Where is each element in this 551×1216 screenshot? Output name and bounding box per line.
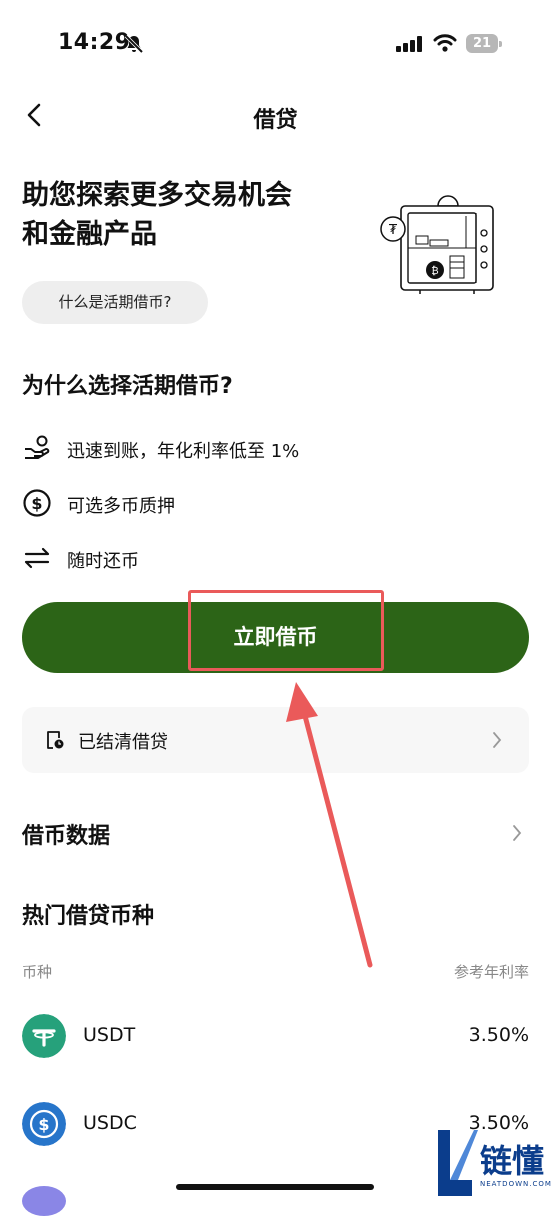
hand-coin-icon [25,435,50,459]
borrow-data-link[interactable]: 借币数据 [22,818,110,850]
hero-line-2: 和金融产品 [22,219,157,250]
watermark-subtext: NEATDOWN.COM [480,1180,551,1188]
cellular-signal-icon [396,36,422,52]
chevron-right-icon[interactable] [510,822,524,844]
swap-arrows-icon [24,547,50,569]
chevron-right-icon [493,732,502,748]
svg-text:$: $ [31,494,42,513]
what-is-demand-loan-button[interactable]: 什么是活期借币? [22,281,208,324]
home-indicator [176,1184,374,1190]
hot-coins-title: 热门借贷币种 [22,904,155,929]
svg-text:₿: ₿ [431,265,438,277]
usdt-icon [22,1014,66,1058]
feature-multi-collateral: 可选多币质押 [67,496,175,517]
usdc-icon: $ [22,1102,66,1146]
cleared-loans-row[interactable]: 已结清借贷 [22,707,529,773]
cleared-loans-label: 已结清借贷 [78,732,168,753]
status-time: 14:29 [58,30,131,55]
hero-heading: 助您探索更多交易机会 和金融产品 [22,176,352,254]
coin-name: USDT [83,1024,136,1046]
column-header-rate: 参考年利率 [453,963,529,981]
why-section-title: 为什么选择活期借币? [22,374,233,399]
page-title: 借贷 [253,108,298,133]
highlight-box [188,590,384,671]
coin-rate: 3.50% [468,1024,529,1046]
wifi-icon [433,34,457,52]
feature-fast-arrival: 迅速到账，年化利率低至 1% [67,441,300,462]
dollar-circle-icon: $ [23,489,51,517]
coin-name: USDC [83,1112,137,1134]
battery-cap [499,41,502,47]
hero-line-1: 助您探索更多交易机会 [22,180,292,211]
document-clock-icon [47,731,64,749]
svg-text:₮: ₮ [389,223,398,238]
next-coin-icon [22,1186,66,1216]
watermark-text: 链懂 [480,1142,545,1180]
svg-text:$: $ [38,1115,49,1134]
battery-level: 21 [472,36,492,51]
feature-repay-anytime: 随时还币 [67,551,139,572]
safe-illustration-icon: ₿ ₮ [380,195,494,294]
column-header-coin: 币种 [22,963,53,981]
battery-indicator: 21 [466,34,498,53]
bell-muted-icon [124,34,144,54]
